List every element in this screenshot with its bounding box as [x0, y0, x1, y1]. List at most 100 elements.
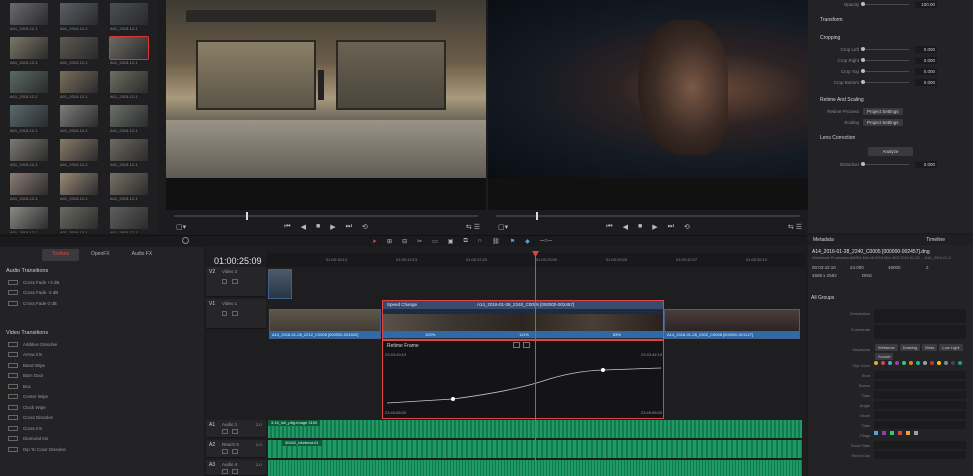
media-clip[interactable]: A01_2015-12-1	[110, 173, 150, 211]
jump-end-icon[interactable]: ⏭	[668, 223, 674, 231]
transition-item[interactable]: Cross Fade +3 dB	[0, 277, 204, 288]
media-clip[interactable]: A01_2015-12-1	[110, 3, 150, 41]
media-clip[interactable]: A01_2015-12-1	[109, 36, 150, 75]
snapping-icon[interactable]: ∩	[478, 238, 482, 244]
clip-color-swatch[interactable]	[951, 361, 955, 365]
retime-process-dropdown[interactable]: Project Settings	[863, 108, 903, 115]
crop-slider[interactable]	[861, 47, 909, 51]
metadata-field-input[interactable]	[874, 411, 966, 419]
speed-percent[interactable]: 100%	[425, 331, 435, 338]
stop-icon[interactable]: ■	[316, 223, 320, 231]
retime-scaling-header[interactable]: Retime And Scaling	[808, 94, 973, 106]
keyword-tag[interactable]: Drawing	[899, 344, 921, 351]
transition-item[interactable]: Band Wipe	[0, 360, 204, 371]
track-header[interactable]: V1 Video 1	[206, 299, 266, 329]
clip-color-swatch[interactable]	[916, 361, 920, 365]
mute-button[interactable]	[222, 429, 228, 434]
metadata-field-input[interactable]	[874, 441, 966, 449]
replace-icon[interactable]: ⧉	[463, 238, 467, 245]
metadata-field-input[interactable]	[874, 451, 966, 459]
loop-icon[interactable]: ⟲	[684, 223, 690, 231]
clip-color-swatch[interactable]	[888, 361, 892, 365]
keywords-field[interactable]: Wetlands Drawing Birds Low Light Sunset	[874, 343, 966, 361]
flag-swatch[interactable]	[882, 431, 886, 435]
view-options-icon[interactable]: ▢▾	[498, 223, 508, 231]
speed-percent[interactable]: 63%	[613, 331, 621, 338]
media-clip[interactable]: A01_2015-12-1	[60, 139, 100, 177]
media-clip[interactable]: A01_2015-12-1	[110, 207, 150, 233]
metadata-field-input[interactable]	[874, 309, 966, 323]
clip-color-swatch[interactable]	[944, 361, 948, 365]
crop-slider[interactable]	[861, 80, 909, 84]
insert-icon[interactable]: ▭	[432, 238, 438, 245]
clip-color-swatch[interactable]	[909, 361, 913, 365]
media-clip[interactable]: A01_2015-12-1	[10, 173, 50, 211]
visibility-icon[interactable]	[232, 311, 238, 316]
media-clip[interactable]: A01_2015-12-1	[10, 105, 50, 143]
play-icon[interactable]: ▶	[330, 223, 335, 231]
dynamic-trim-icon[interactable]: ⊟	[402, 238, 407, 245]
metadata-field-input[interactable]	[874, 381, 966, 389]
flag-swatch[interactable]	[906, 431, 910, 435]
blade-tool-icon[interactable]: ✂	[417, 238, 422, 245]
tab-timeline[interactable]: Timeline	[926, 237, 973, 243]
track-header[interactable]: A3 Audio 4 2.0	[206, 460, 266, 476]
clip-color-swatch[interactable]	[923, 361, 927, 365]
cropping-header[interactable]: Cropping	[808, 32, 973, 44]
match-frame-icon[interactable]: ⇆ ☰	[466, 223, 480, 231]
media-clip[interactable]: A01_2015-12-1	[10, 139, 50, 177]
search-icon[interactable]	[182, 237, 189, 244]
clip-color-swatch[interactable]	[881, 361, 885, 365]
analyze-button[interactable]: Analyze	[868, 147, 913, 156]
flag-picker[interactable]	[874, 431, 918, 435]
media-clip[interactable]: A01_2015-12-1	[110, 71, 150, 109]
v1-clip-right[interactable]: A14_2016-01-28_2302_C0008 [000000-001127…	[664, 309, 800, 339]
transition-item[interactable]: Center Wipe	[0, 392, 204, 403]
source-playhead[interactable]	[246, 212, 248, 220]
flag-swatch[interactable]	[874, 431, 878, 435]
media-clip[interactable]: A01_2015-12-1	[60, 173, 100, 211]
solo-button[interactable]	[232, 449, 238, 454]
track-header[interactable]: A2 Reach 5 2.0	[206, 440, 266, 458]
overwrite-icon[interactable]: ▣	[448, 238, 454, 245]
solo-button[interactable]	[232, 429, 238, 434]
crop-slider[interactable]	[861, 58, 909, 62]
flag-swatch[interactable]	[898, 431, 902, 435]
match-frame-icon[interactable]: ⇆ ☰	[788, 223, 802, 231]
media-clip[interactable]: A01_2015-12-1	[110, 139, 150, 177]
distortion-slider[interactable]	[861, 162, 909, 166]
metadata-field-input[interactable]	[874, 391, 966, 399]
clip-color-swatch[interactable]	[874, 361, 878, 365]
rewind-icon[interactable]: ◀	[301, 223, 306, 231]
lock-icon[interactable]	[222, 279, 227, 284]
media-clip[interactable]: A01_2015-12-1	[10, 207, 50, 233]
clip-color-swatch[interactable]	[930, 361, 934, 365]
metadata-field-input[interactable]	[874, 421, 966, 429]
tab-metadata[interactable]: Metadata	[808, 237, 834, 243]
transition-item[interactable]: Cross Iris	[0, 423, 204, 434]
track-header[interactable]: V2 Video 2	[206, 267, 266, 297]
track-header[interactable]: A1 Audio 1 2.0	[206, 420, 266, 438]
opacity-slider[interactable]	[861, 1, 909, 6]
metadata-field-input[interactable]	[874, 371, 966, 379]
flag-icon[interactable]: ⚑	[510, 238, 515, 245]
source-scrubber[interactable]	[174, 215, 478, 217]
clip-color-swatch[interactable]	[958, 361, 962, 365]
transition-item[interactable]: Diamond Iris	[0, 434, 204, 445]
media-clip[interactable]: A01_2015-12-1	[60, 71, 100, 109]
crop-value[interactable]: 0.000	[915, 79, 937, 86]
retime-curve[interactable]	[383, 341, 663, 418]
keyword-tag[interactable]: Wetlands	[875, 344, 898, 351]
keyword-tag[interactable]: Low Light	[939, 344, 963, 351]
speed-percent[interactable]: 111%	[519, 331, 529, 338]
jump-start-icon[interactable]: ⏮	[284, 223, 290, 231]
scaling-dropdown[interactable]: Project Settings	[863, 119, 903, 126]
keyword-tag[interactable]: Birds	[922, 344, 938, 351]
crop-value[interactable]: 0.000	[915, 68, 937, 75]
distortion-value[interactable]: 0.000	[915, 161, 937, 168]
toolbox-tab[interactable]: OpenFX	[81, 249, 120, 261]
visibility-icon[interactable]	[232, 279, 238, 284]
crop-value[interactable]: 0.000	[915, 57, 937, 64]
media-clip[interactable]: A01_2015-12-1	[10, 3, 50, 41]
keyword-tag[interactable]: Sunset	[875, 353, 894, 360]
